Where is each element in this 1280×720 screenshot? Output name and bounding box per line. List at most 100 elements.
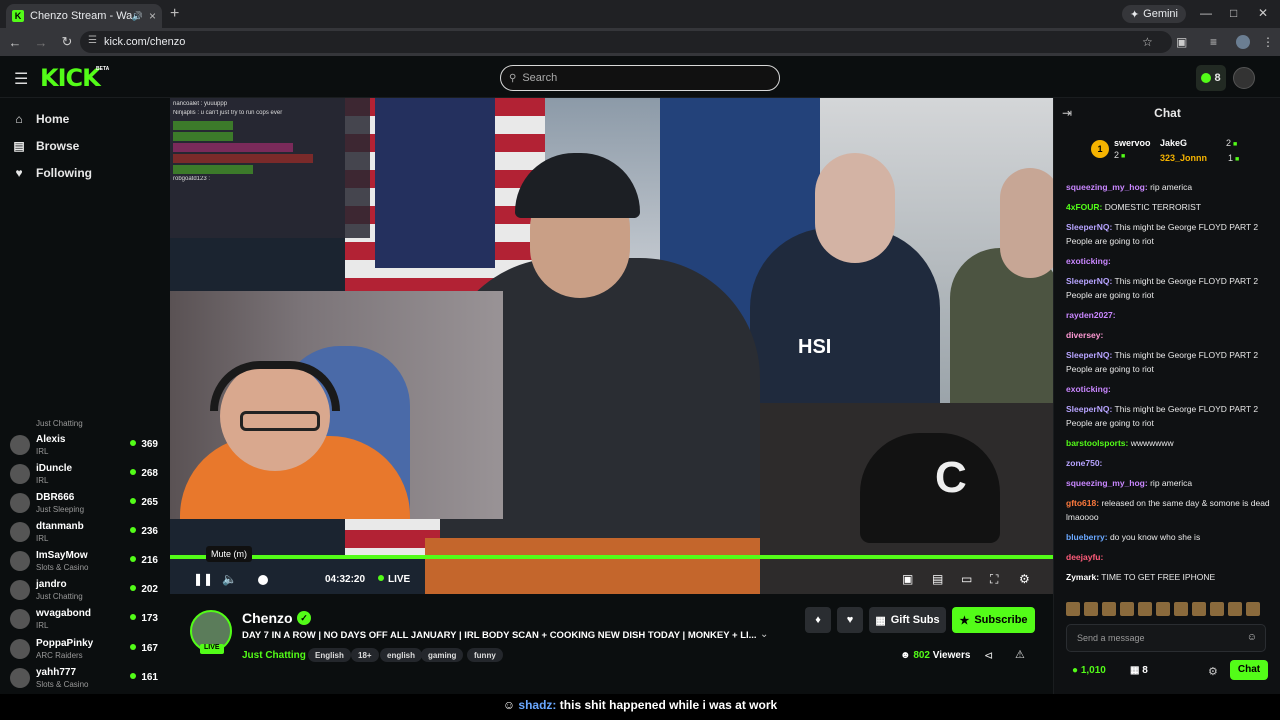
sidebar: ⌂ Home ▤ Browse ♥ Following Just Chatting A… xyxy=(0,98,170,694)
chat-username[interactable]: exoticking: xyxy=(1066,256,1111,266)
chat-username[interactable]: gfto618: xyxy=(1066,498,1099,508)
browser-tab[interactable]: K Chenzo Stream - Watch Live 🔊 × xyxy=(6,4,162,28)
sidebar-channel[interactable]: dtanmanb IRL 236 xyxy=(10,519,162,547)
kick-logo[interactable]: KICK xyxy=(40,64,101,92)
chat-username[interactable]: SleeperNQ: xyxy=(1066,350,1112,360)
streamer-name[interactable]: Chenzo xyxy=(242,610,293,626)
stream-title: DAY 7 IN A ROW | NO DAYS OFF ALL JANUARY… xyxy=(242,630,757,641)
chat-username[interactable]: SleeperNQ: xyxy=(1066,404,1112,414)
tag[interactable]: English xyxy=(308,648,351,662)
sidebar-channel[interactable]: ImSayMow Slots & Casino 216 xyxy=(10,548,162,576)
gemini-button[interactable]: ✦ Gemini xyxy=(1121,5,1186,23)
cast-icon[interactable]: ▣ xyxy=(1176,35,1187,49)
points-balance[interactable]: ● 1,010 xyxy=(1072,665,1106,676)
stream-category[interactable]: Just Chatting xyxy=(242,650,306,661)
video-caption: ☺ shadz: this shit happened while i was … xyxy=(0,694,1280,720)
subscribe-button[interactable]: ★ Subscribe xyxy=(952,607,1035,633)
back-icon[interactable]: ← xyxy=(4,35,26,50)
viewers-icon: ☻ xyxy=(900,650,911,661)
avatar xyxy=(10,464,30,484)
minimize-icon[interactable]: — xyxy=(1200,6,1212,20)
chat-username[interactable]: Zymark: xyxy=(1066,572,1099,582)
tag[interactable]: 18+ xyxy=(351,648,379,662)
chat-username[interactable]: SleeperNQ: xyxy=(1066,222,1112,232)
chat-overlay: nancoalet : yuuuppp Ninjaplis : u can't … xyxy=(170,98,370,238)
chat-message: SleeperNQ: This might be George FLOYD PA… xyxy=(1066,274,1276,302)
emoji-icon[interactable]: ☺ xyxy=(1247,632,1257,643)
chat-send-button[interactable]: Chat xyxy=(1230,660,1268,680)
stream-info: LIVE Chenzo ✓ DAY 7 IN A ROW | NO DAYS O… xyxy=(170,594,1053,694)
chat-title: Chat xyxy=(1154,106,1181,120)
sidebar-channel[interactable]: iDuncle IRL 268 xyxy=(10,461,162,489)
search-input[interactable]: ⚲ Search xyxy=(500,65,780,91)
chat-username[interactable]: rayden2027: xyxy=(1066,310,1116,320)
video-player[interactable]: HSI C nancoalet : yuuuppp Ninjaplis : u … xyxy=(170,98,1053,594)
close-window-icon[interactable]: ✕ xyxy=(1258,6,1268,20)
stream-time: 04:32:20 xyxy=(325,574,366,585)
pause-icon[interactable]: ❚❚ xyxy=(193,572,213,586)
theater-icon[interactable]: ▭ xyxy=(961,572,972,586)
user-avatar[interactable] xyxy=(1233,67,1255,89)
chat-username[interactable]: SleeperNQ: xyxy=(1066,276,1112,286)
emote-icon: ☺ xyxy=(502,698,516,712)
settings-gear-icon[interactable]: ⚙ xyxy=(1019,572,1030,586)
chat-username[interactable]: squeezing_my_hog: xyxy=(1066,182,1148,192)
gift-leaderboard: 1 swervoo 2 JakeG 2 323_Jonnn 1 xyxy=(1054,132,1280,178)
gift-icon: ▦ xyxy=(875,614,886,627)
chat-username[interactable]: zone750: xyxy=(1066,458,1102,468)
new-tab-icon[interactable]: + xyxy=(170,5,179,23)
bookmark-star-icon[interactable]: ☆ xyxy=(1142,35,1153,49)
sidebar-channel[interactable]: jandro Just Chatting 202 xyxy=(10,577,162,605)
chat-username[interactable]: deejayfu: xyxy=(1066,552,1103,562)
browser-menu-icon[interactable]: ⋮ xyxy=(1262,35,1274,49)
sidebar-channel[interactable]: PoppaPinky ARC Raiders 167 xyxy=(10,636,162,664)
clip-icon[interactable]: ▤ xyxy=(932,572,943,586)
speaker-icon: 🔊 xyxy=(131,10,143,21)
gift-count[interactable]: ▦ 8 xyxy=(1130,665,1148,676)
tag[interactable]: english xyxy=(380,648,423,662)
volume-slider[interactable] xyxy=(258,575,268,585)
sparkle-icon: ✦ xyxy=(1129,8,1140,21)
share-icon[interactable]: ⊲ xyxy=(984,649,993,662)
emote-bar[interactable] xyxy=(1066,602,1276,618)
sidebar-item-home[interactable]: ⌂ Home xyxy=(12,112,69,126)
sidebar-item-following[interactable]: ♥ Following xyxy=(12,166,92,180)
sidebar-channel[interactable]: yahh777 Slots & Casino 161 xyxy=(10,665,162,693)
gift-subs-button[interactable]: ▦ Gift Subs xyxy=(869,607,946,633)
sidebar-channel[interactable]: DBR666 Just Sleeping 265 xyxy=(10,490,162,518)
profile-avatar-icon[interactable] xyxy=(1236,35,1250,49)
chat-message: blueberry: do you know who she is xyxy=(1066,530,1276,544)
sidebar-channel[interactable]: wvagabond IRL 173 xyxy=(10,606,162,634)
fullscreen-icon[interactable]: ⛶ xyxy=(990,572,998,587)
chat-username[interactable]: 4xFOUR: xyxy=(1066,202,1102,212)
follow-heart-button[interactable]: ♥ xyxy=(837,607,863,633)
tag[interactable]: gaming xyxy=(421,648,464,662)
points-badge[interactable]: 8 xyxy=(1196,65,1226,91)
hamburger-menu-icon[interactable]: ☰ xyxy=(14,69,28,89)
progress-bar[interactable] xyxy=(170,555,1053,559)
chat-username[interactable]: squeezing_my_hog: xyxy=(1066,478,1148,488)
chat-username[interactable]: exoticking: xyxy=(1066,384,1111,394)
chat-message-input[interactable]: Send a message ☺ xyxy=(1066,624,1266,652)
chevron-down-icon[interactable]: ⌄ xyxy=(760,629,768,640)
reload-icon[interactable]: ↻ xyxy=(56,34,78,50)
media-icon[interactable]: ≡ xyxy=(1210,35,1217,49)
close-tab-icon[interactable]: × xyxy=(149,9,156,23)
avatar xyxy=(10,668,30,688)
report-warning-icon[interactable]: ⚠ xyxy=(1015,648,1025,661)
forward-icon[interactable]: → xyxy=(30,35,52,50)
chat-username[interactable]: diversey: xyxy=(1066,330,1103,340)
sidebar-item-browse[interactable]: ▤ Browse xyxy=(12,139,79,153)
tag[interactable]: funny xyxy=(467,648,503,662)
pip-icon[interactable]: ▣ xyxy=(902,572,913,586)
notification-bell-button[interactable]: ♦ xyxy=(805,607,831,633)
sidebar-channel[interactable]: Alexis IRL 369 xyxy=(10,432,162,460)
chat-username[interactable]: barstoolsports: xyxy=(1066,438,1128,448)
url-field[interactable]: ☰ kick.com/chenzo xyxy=(80,31,1172,53)
chat-settings-icon[interactable]: ⚙ xyxy=(1208,665,1218,678)
site-info-icon[interactable]: ☰ xyxy=(88,35,97,46)
player-controls: ❚❚ 🔈 ▣ ▤ ▭ ⛶ ⚙ xyxy=(170,562,1053,594)
chat-username[interactable]: blueberry: xyxy=(1066,532,1108,542)
maximize-icon[interactable]: □ xyxy=(1230,6,1237,20)
volume-icon[interactable]: 🔈 xyxy=(222,572,237,586)
